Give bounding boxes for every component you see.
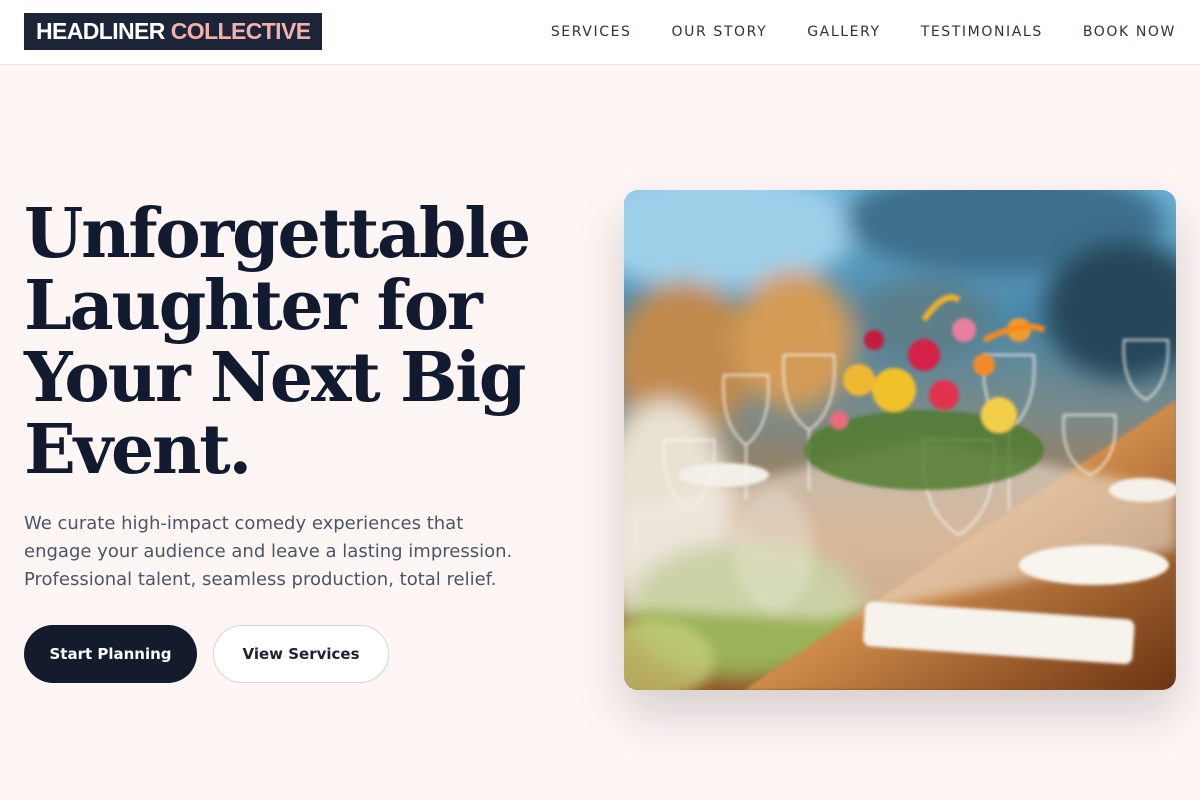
hero-title-line: Unforgettable xyxy=(24,194,531,274)
view-services-button[interactable]: View Services xyxy=(213,625,389,683)
hero-subtitle: We curate high-impact comedy experiences… xyxy=(24,510,564,594)
hero-title-line: Your Next Big xyxy=(24,338,526,418)
hero-title-line: Laughter for xyxy=(24,266,483,346)
site-header: HEADLINER COLLECTIVE SERVICES OUR STORY … xyxy=(0,0,1200,65)
hero-subtitle-line: We curate high-impact comedy experiences… xyxy=(24,513,464,534)
hero-photo xyxy=(624,190,1176,690)
logo-primary-text: HEADLINER xyxy=(36,18,165,44)
banquet-table-image xyxy=(624,190,1176,690)
nav-services[interactable]: SERVICES xyxy=(551,24,632,40)
nav-our-story[interactable]: OUR STORY xyxy=(672,24,768,40)
main-nav: SERVICES OUR STORY GALLERY TESTIMONIALS … xyxy=(551,0,1176,64)
nav-book-now[interactable]: BOOK NOW xyxy=(1083,24,1176,40)
nav-gallery[interactable]: GALLERY xyxy=(807,24,880,40)
nav-testimonials[interactable]: TESTIMONIALS xyxy=(921,24,1043,40)
hero-title-line: Event. xyxy=(24,410,252,490)
logo-accent-text: COLLECTIVE xyxy=(170,18,311,44)
brand-logo[interactable]: HEADLINER COLLECTIVE xyxy=(24,13,323,50)
start-planning-button[interactable]: Start Planning xyxy=(24,625,197,683)
hero-title: Unforgettable Laughter for Your Next Big… xyxy=(24,198,564,486)
hero-subtitle-line: engage your audience and leave a lasting… xyxy=(24,541,513,562)
hero-subtitle-line: Professional talent, seamless production… xyxy=(24,569,497,590)
